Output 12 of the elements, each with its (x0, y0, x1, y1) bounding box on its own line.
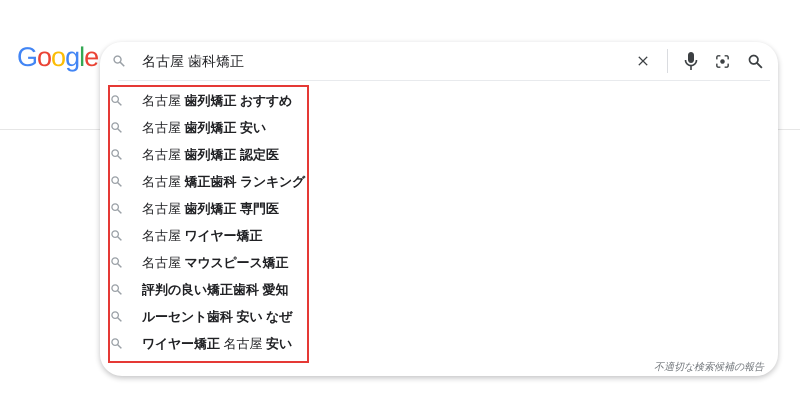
suggestion-item[interactable]: ルーセント歯科 安い なぜ (139, 303, 292, 330)
google-logo[interactable]: Google (17, 44, 98, 71)
suggestion-item[interactable]: 名古屋 マウスピース矯正 (139, 249, 289, 276)
suggestion-item[interactable]: 名古屋 歯列矯正 おすすめ (139, 87, 292, 114)
suggestion-item[interactable]: 名古屋 歯列矯正 専門医 (139, 195, 280, 222)
suggestion-item[interactable]: 名古屋 歯列矯正 認定医 (139, 141, 280, 168)
suggestion-item[interactable]: ワイヤー矯正 名古屋 安い (139, 330, 292, 357)
suggestion-item[interactable]: 名古屋 歯列矯正 安い (139, 114, 266, 141)
report-link[interactable]: 不適切な検索候補の報告 (654, 360, 764, 375)
suggestion-item[interactable]: 名古屋 ワイヤー矯正 (139, 222, 263, 249)
suggestion-item[interactable]: 評判の良い矯正歯科 愛知 (139, 276, 289, 303)
suggestion-item[interactable]: 名古屋 矯正歯科 ランキング (139, 168, 306, 195)
